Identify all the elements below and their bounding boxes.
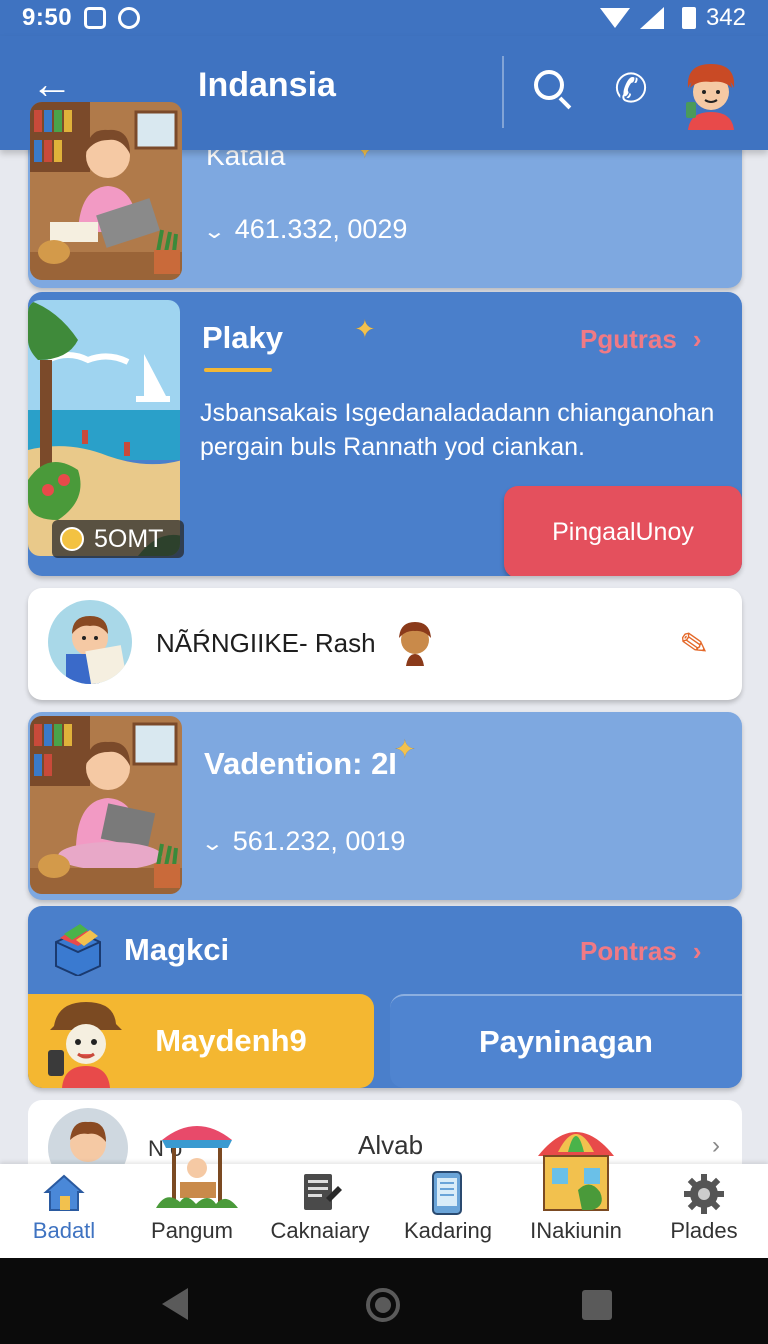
system-home-icon[interactable] <box>366 1288 400 1322</box>
bottom-nav: Badatl Pangum Caknaiary Kadaring INakiun… <box>0 1126 768 1258</box>
app-bar-divider <box>502 56 504 128</box>
feature-description-line1: Jsbansakais Isgedanaladadann chianganoha… <box>200 399 715 427</box>
search-icon[interactable] <box>530 66 576 112</box>
explorer-avatar <box>46 996 126 1088</box>
wifi-icon <box>599 8 630 28</box>
feature-more-label: Pgutras <box>580 324 677 354</box>
feature-description: Jsbansakais Isgedanaladadann chianganoha… <box>200 396 730 464</box>
magic-more-label: Pontras <box>580 936 677 966</box>
magic-primary-button[interactable]: Maydenh9 <box>28 994 374 1088</box>
peek-label: Alvab <box>358 1130 424 1160</box>
phone-icon <box>432 1171 462 1215</box>
nav-label: Pangum <box>151 1218 233 1243</box>
coin-icon <box>60 527 84 551</box>
user-avatar[interactable] <box>680 58 742 130</box>
person-icon <box>394 620 436 666</box>
feature-cta-button[interactable]: PingaalUnoy <box>504 486 742 576</box>
chevron-right-icon: › <box>692 324 702 354</box>
nav-item-home[interactable]: Badatl <box>0 1164 128 1258</box>
feature-description-line2: pergain buls Rannath yod ciankan. <box>200 433 585 461</box>
valuation-stat-value: 561.232, 0019 <box>232 826 406 856</box>
phone-icon[interactable]: ✆ <box>608 64 654 114</box>
battery-icon <box>681 7 696 29</box>
market-stall-icon <box>156 1126 238 1208</box>
sparkle-icon: ✦ <box>354 314 376 344</box>
shop-icon <box>538 1132 614 1211</box>
chevron-down-icon: ⌄ <box>202 221 227 243</box>
price-value: 5OMT <box>94 524 164 553</box>
box-icon <box>50 922 106 978</box>
valuation-title: Vadention: 2I <box>204 746 397 781</box>
peek-avatar <box>48 1108 128 1172</box>
title-underline <box>204 368 272 372</box>
status-bar: 9:50 342 <box>0 0 768 36</box>
house-icon <box>43 1174 85 1211</box>
magic-primary-label: Maydenh9 <box>155 1023 307 1058</box>
chevron-down-icon: ⌄ <box>200 833 225 855</box>
nav-item-phone[interactable]: Kadaring <box>384 1164 512 1258</box>
nav-label: Badatl <box>32 1218 96 1243</box>
chevron-right-icon: › <box>712 1132 720 1159</box>
gear-icon <box>684 1174 724 1214</box>
chevron-right-icon: › <box>692 936 702 966</box>
edit-pencil-icon[interactable]: ✎ <box>677 621 723 667</box>
reading-illustration <box>30 102 182 280</box>
feature-title: Plaky <box>202 320 284 355</box>
profile-card[interactable]: NÃŔNGIIKE- Rash ✎ <box>28 588 742 700</box>
magic-more-link[interactable]: Pontras › <box>580 936 701 967</box>
magic-card: Magkci Pontras › Maydenh9 Payninagan <box>28 906 742 1088</box>
system-nav-bar <box>0 1258 768 1344</box>
price-badge: 5OMT <box>52 520 184 558</box>
back-arrow-icon[interactable]: ← <box>28 60 76 108</box>
nav-label: Caknaiary <box>270 1218 370 1243</box>
system-recents-icon[interactable] <box>582 1290 612 1320</box>
sparkle-icon: ✦ <box>394 734 416 764</box>
battery-level: 342 <box>705 4 746 31</box>
magic-title: Magkci <box>124 932 230 967</box>
signal-icon <box>639 7 664 29</box>
nav-item-market[interactable]: Pangum <box>128 1126 256 1258</box>
valuation-stat: ⌄ 561.232, 0019 <box>200 826 406 857</box>
nav-item-shop[interactable]: INakiunin <box>512 1132 640 1258</box>
nav-label: Plades <box>670 1218 738 1243</box>
notification-icon <box>84 7 107 29</box>
beach-illustration <box>28 300 180 556</box>
status-time: 9:50 <box>22 4 73 31</box>
profile-avatar <box>48 600 132 684</box>
alarm-icon <box>118 7 141 29</box>
laptop-illustration <box>30 716 182 894</box>
system-back-icon[interactable] <box>162 1288 188 1320</box>
profile-name: NÃŔNGIIKE- Rash <box>156 628 376 658</box>
feature-more-link[interactable]: Pgutras › <box>580 324 701 355</box>
nav-label: Kadaring <box>403 1218 493 1243</box>
nav-item-settings[interactable]: Plades <box>640 1164 768 1258</box>
nav-item-document[interactable]: Caknaiary <box>256 1164 384 1258</box>
card-stat-value: 461.332, 0029 <box>234 214 408 244</box>
nav-label: INakiunin <box>530 1218 622 1243</box>
page-title: Indansia <box>198 66 336 104</box>
document-icon <box>304 1174 342 1210</box>
card-stat: ⌄ 461.332, 0029 <box>202 214 408 245</box>
magic-secondary-button[interactable]: Payninagan <box>390 994 742 1088</box>
